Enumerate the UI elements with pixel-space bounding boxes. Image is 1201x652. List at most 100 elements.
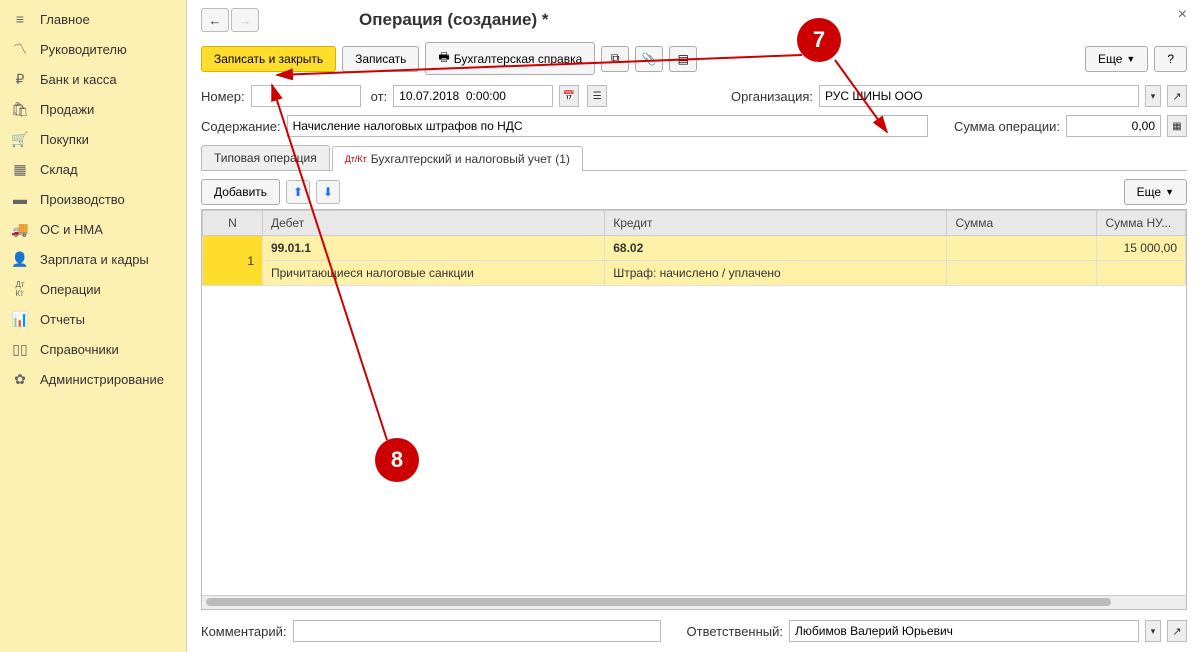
save-close-button[interactable]: Записать и закрыть	[201, 46, 336, 72]
sum-input[interactable]	[1066, 115, 1161, 137]
sidebar-item-label: Главное	[40, 12, 90, 27]
sidebar-item-assets[interactable]: 🚚ОС и НМА	[0, 214, 186, 244]
copy-button[interactable]: ⧉	[601, 46, 629, 72]
back-button[interactable]: ←	[201, 8, 229, 32]
header-row: ← → Операция (создание) *	[201, 8, 1187, 32]
move-up-button[interactable]: ⬆	[286, 180, 310, 204]
form-row-content: Содержание: Сумма операции: ▦	[201, 115, 1187, 137]
comment-input[interactable]	[293, 620, 661, 642]
sidebar-item-salary[interactable]: 👤Зарплата и кадры	[0, 244, 186, 274]
responsible-dropdown[interactable]: ▾	[1145, 620, 1161, 642]
list-button[interactable]: ☰	[587, 85, 607, 107]
annotation-8: 8	[375, 438, 419, 482]
annotation-7: 7	[797, 18, 841, 62]
sidebar-item-label: Склад	[40, 162, 78, 177]
more-button[interactable]: Еще ▼	[1085, 46, 1148, 72]
button-label: Еще	[1137, 185, 1161, 199]
sidebar-item-reports[interactable]: 📊 Отчеты	[0, 304, 186, 334]
org-open[interactable]: ↗	[1167, 85, 1187, 107]
responsible-input[interactable]	[789, 620, 1139, 642]
tabs: Типовая операция Дт/КтБухгалтерский и на…	[201, 145, 1187, 171]
ruble-icon: ₽	[12, 71, 28, 87]
content-label: Содержание:	[201, 119, 281, 134]
sidebar-item-bank[interactable]: ₽Банк и касса	[0, 64, 186, 94]
sidebar-item-label: Отчеты	[40, 312, 85, 327]
horizontal-scrollbar[interactable]	[202, 595, 1186, 609]
col-sum: Сумма	[947, 211, 1097, 236]
calculator-button[interactable]: ▦	[1167, 115, 1187, 137]
col-credit: Кредит	[605, 211, 947, 236]
forward-button[interactable]: →	[231, 8, 259, 32]
col-sum-nu: Сумма НУ...	[1097, 211, 1186, 236]
save-button[interactable]: Записать	[342, 46, 419, 72]
sidebar-item-label: Покупки	[40, 132, 89, 147]
bag-icon: 🛍	[12, 101, 28, 117]
sidebar-item-admin[interactable]: ✿Администрирование	[0, 364, 186, 394]
tab-accounting[interactable]: Дт/КтБухгалтерский и налоговый учет (1)	[332, 146, 583, 171]
from-label: от:	[371, 89, 388, 104]
col-n: N	[203, 211, 263, 236]
cell-sum-nu: 15 000,00	[1097, 236, 1186, 261]
org-label: Организация:	[731, 89, 813, 104]
move-down-button[interactable]: ⬇	[316, 180, 340, 204]
menu-icon: ≡	[12, 11, 28, 27]
sidebar-item-label: ОС и НМА	[40, 222, 103, 237]
table-row[interactable]: Причитающиеся налоговые санкции Штраф: н…	[203, 261, 1186, 286]
date-input[interactable]	[393, 85, 553, 107]
sidebar-item-sales[interactable]: 🛍Продажи	[0, 94, 186, 124]
sum-label: Сумма операции:	[954, 119, 1060, 134]
cell-sum	[947, 236, 1097, 261]
help-button[interactable]: ?	[1154, 46, 1187, 72]
dtct-icon: ДтКт	[12, 281, 28, 297]
cell-sum-nu2	[1097, 261, 1186, 286]
sidebar-item-main[interactable]: ≡ Главное	[0, 4, 186, 34]
main-content: × ← → Операция (создание) * Записать и з…	[187, 0, 1201, 652]
sidebar-item-label: Операции	[40, 282, 101, 297]
org-input[interactable]	[819, 85, 1139, 107]
attach-button[interactable]: 📎	[635, 46, 663, 72]
toolbar: Записать и закрыть Записать 🖶Бухгалтерск…	[201, 42, 1187, 75]
content-input[interactable]	[287, 115, 928, 137]
button-label: Бухгалтерская справка	[454, 52, 583, 66]
table-toolbar: Добавить ⬆ ⬇ Еще ▼	[201, 179, 1187, 205]
cell-sum2	[947, 261, 1097, 286]
sidebar: ≡Главное 〽Руководителю ₽Банк и касса 🛍Пр…	[0, 0, 187, 652]
add-button[interactable]: Добавить	[201, 179, 280, 205]
sidebar-item-warehouse[interactable]: ▦Склад	[0, 154, 186, 184]
sidebar-item-operations[interactable]: ДтКт Операции	[0, 274, 186, 304]
tab-typical[interactable]: Типовая операция	[201, 145, 330, 170]
table-row[interactable]: 1 99.01.1 68.02 15 000,00	[203, 236, 1186, 261]
sidebar-item-catalogs[interactable]: ▯▯ Справочники	[0, 334, 186, 364]
table-more-button[interactable]: Еще ▼	[1124, 179, 1187, 205]
org-dropdown[interactable]: ▾	[1145, 85, 1161, 107]
gear-icon: ✿	[12, 371, 28, 387]
responsible-open[interactable]: ↗	[1167, 620, 1187, 642]
tab-label: Бухгалтерский и налоговый учет (1)	[371, 152, 570, 166]
sidebar-item-label: Справочники	[40, 342, 119, 357]
table-empty-space	[202, 286, 1186, 595]
accounting-note-button[interactable]: 🖶Бухгалтерская справка	[425, 42, 595, 75]
barchart-icon: 📊	[12, 311, 28, 327]
calendar-button[interactable]: 📅	[559, 85, 579, 107]
bottom-row: Комментарий: Ответственный: ▾ ↗	[201, 620, 1187, 642]
postings-table[interactable]: N Дебет Кредит Сумма Сумма НУ... 1 99.01…	[202, 210, 1186, 286]
layout-button[interactable]: ▤	[669, 46, 697, 72]
comment-label: Комментарий:	[201, 624, 287, 639]
cart-icon: 🛒	[12, 131, 28, 147]
button-label: Еще	[1098, 52, 1122, 66]
form-row-number: Номер: от: 📅 ☰ Организация: ▾ ↗	[201, 85, 1187, 107]
sidebar-item-label: Производство	[40, 192, 125, 207]
chevron-down-icon: ▼	[1165, 187, 1174, 197]
number-input[interactable]	[251, 85, 361, 107]
sidebar-item-purchases[interactable]: 🛒 Покупки	[0, 124, 186, 154]
sidebar-item-production[interactable]: ▬Производство	[0, 184, 186, 214]
cell-credit-desc: Штраф: начислено / уплачено	[605, 261, 947, 286]
cell-n: 1	[203, 236, 263, 286]
sidebar-item-label: Руководителю	[40, 42, 127, 57]
close-button[interactable]: ×	[1178, 6, 1187, 24]
table-container: N Дебет Кредит Сумма Сумма НУ... 1 99.01…	[201, 209, 1187, 610]
number-label: Номер:	[201, 89, 245, 104]
books-icon: ▯▯	[12, 341, 28, 357]
sidebar-item-manager[interactable]: 〽Руководителю	[0, 34, 186, 64]
page-title: Операция (создание) *	[359, 10, 548, 30]
